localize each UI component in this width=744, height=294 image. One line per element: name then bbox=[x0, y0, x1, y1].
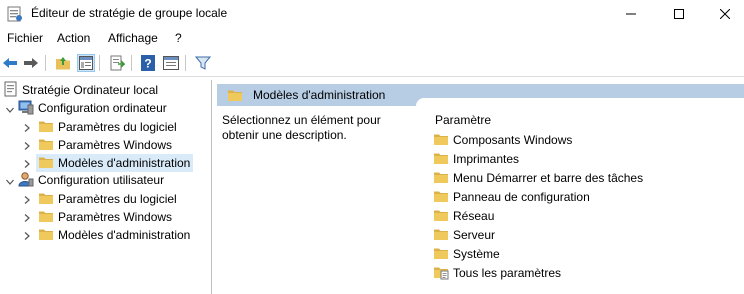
tree-node-computer-software-settings[interactable]: Paramètres du logiciel bbox=[38, 118, 177, 136]
tree-node-user-windows-settings[interactable]: Paramètres Windows bbox=[38, 208, 172, 226]
tree-root-label: Stratégie Ordinateur local bbox=[22, 83, 159, 97]
tree-node-computer-windows-settings[interactable]: Paramètres Windows bbox=[38, 136, 172, 154]
menu-action[interactable]: Action bbox=[57, 31, 90, 45]
title-bar: Éditeur de stratégie de groupe locale bbox=[0, 0, 744, 28]
menu-bar: Fichier Action Affichage ? bbox=[0, 28, 744, 48]
help-icon[interactable]: ? bbox=[139, 54, 157, 72]
list-item-label: Serveur bbox=[453, 228, 496, 242]
chevron-right-icon[interactable] bbox=[22, 213, 32, 223]
folder-icon bbox=[433, 207, 449, 226]
chevron-right-icon[interactable] bbox=[22, 231, 32, 241]
folder-icon bbox=[433, 131, 449, 150]
folder-icon bbox=[433, 188, 449, 207]
folder-icon bbox=[38, 136, 54, 155]
settings-folder-icon bbox=[433, 264, 449, 283]
tree-label: Modèles d'administration bbox=[58, 156, 191, 170]
svg-text:?: ? bbox=[144, 57, 151, 71]
list-item-label: Système bbox=[453, 247, 500, 261]
export-list-icon[interactable] bbox=[108, 54, 126, 72]
forward-arrow-icon[interactable] bbox=[22, 54, 40, 72]
tree-node-user-admin-templates[interactable]: Modèles d'administration bbox=[38, 226, 190, 244]
folder-icon bbox=[433, 245, 449, 264]
tree-node-computer-config[interactable]: Configuration ordinateur bbox=[18, 99, 167, 117]
chevron-down-icon[interactable] bbox=[5, 105, 15, 115]
list-item[interactable]: Serveur bbox=[433, 226, 495, 244]
folder-icon bbox=[433, 169, 449, 188]
menu-fichier[interactable]: Fichier bbox=[7, 31, 43, 45]
list-item[interactable]: Tous les paramètres bbox=[433, 264, 561, 282]
chevron-right-icon[interactable] bbox=[22, 195, 32, 205]
filter-icon[interactable] bbox=[194, 54, 212, 72]
chevron-right-icon[interactable] bbox=[22, 141, 32, 151]
chevron-down-icon[interactable] bbox=[5, 177, 15, 187]
menu-affichage[interactable]: Affichage bbox=[108, 31, 158, 45]
properties-icon[interactable] bbox=[162, 54, 180, 72]
list-item-label: Composants Windows bbox=[453, 133, 573, 147]
tree-label: Paramètres Windows bbox=[58, 210, 173, 224]
tree-node-computer-admin-templates[interactable]: Modèles d'administration bbox=[36, 154, 194, 173]
tree-node-user-software-settings[interactable]: Paramètres du logiciel bbox=[38, 190, 177, 208]
toolbar: ? bbox=[0, 50, 744, 77]
policy-editor-app-icon bbox=[7, 6, 23, 22]
tree-label: Paramètres du logiciel bbox=[58, 192, 177, 206]
list-item-label: Panneau de configuration bbox=[453, 190, 590, 204]
list-item[interactable]: Composants Windows bbox=[433, 131, 572, 149]
show-hide-tree-icon[interactable] bbox=[77, 54, 95, 72]
console-tree: Stratégie Ordinateur local Configuration… bbox=[0, 80, 212, 294]
folder-up-icon[interactable] bbox=[54, 54, 72, 72]
computer-icon bbox=[18, 99, 34, 118]
extended-tab-notch bbox=[416, 98, 744, 108]
folder-icon bbox=[38, 190, 54, 209]
details-pane: Modèles d'administration Sélectionnez un… bbox=[213, 80, 744, 294]
close-button[interactable] bbox=[702, 0, 744, 28]
list-item[interactable]: Imprimantes bbox=[433, 150, 519, 168]
details-header-title: Modèles d'administration bbox=[253, 88, 386, 102]
policy-document-icon bbox=[4, 81, 18, 100]
folder-icon bbox=[433, 150, 449, 169]
folder-icon bbox=[38, 118, 54, 137]
maximize-button[interactable] bbox=[656, 0, 702, 28]
tree-label-user-config: Configuration utilisateur bbox=[38, 173, 165, 187]
back-arrow-icon[interactable] bbox=[1, 54, 19, 72]
list-item-label: Réseau bbox=[453, 209, 495, 223]
menu-help[interactable]: ? bbox=[175, 31, 182, 45]
description-text: Sélectionnez un élément pour obtenir une… bbox=[222, 113, 381, 142]
list-item[interactable]: Système bbox=[433, 245, 500, 263]
chevron-right-icon[interactable] bbox=[22, 159, 32, 169]
folder-icon bbox=[227, 87, 243, 103]
list-item-label: Tous les paramètres bbox=[453, 266, 562, 280]
folder-icon bbox=[38, 226, 54, 245]
folder-icon bbox=[433, 226, 449, 245]
list-item[interactable]: Panneau de configuration bbox=[433, 188, 590, 206]
list-item[interactable]: Réseau bbox=[433, 207, 494, 225]
tree-label: Paramètres Windows bbox=[58, 138, 173, 152]
window-title: Éditeur de stratégie de groupe locale bbox=[31, 6, 228, 20]
tree-root-node[interactable]: Stratégie Ordinateur local bbox=[4, 81, 158, 99]
minimize-button[interactable] bbox=[608, 0, 654, 28]
list-item-label: Menu Démarrer et barre des tâches bbox=[453, 171, 644, 185]
chevron-right-icon[interactable] bbox=[22, 123, 32, 133]
folder-icon bbox=[38, 154, 54, 173]
list-item[interactable]: Menu Démarrer et barre des tâches bbox=[433, 169, 643, 187]
list-item-label: Imprimantes bbox=[453, 152, 520, 166]
tree-label: Paramètres du logiciel bbox=[58, 120, 177, 134]
tree-label-computer-config: Configuration ordinateur bbox=[38, 101, 167, 115]
column-header-parametre[interactable]: Paramètre bbox=[435, 113, 491, 127]
folder-icon bbox=[38, 208, 54, 227]
user-icon bbox=[18, 171, 34, 190]
tree-node-user-config[interactable]: Configuration utilisateur bbox=[18, 171, 164, 189]
tree-label: Modèles d'administration bbox=[58, 228, 191, 242]
